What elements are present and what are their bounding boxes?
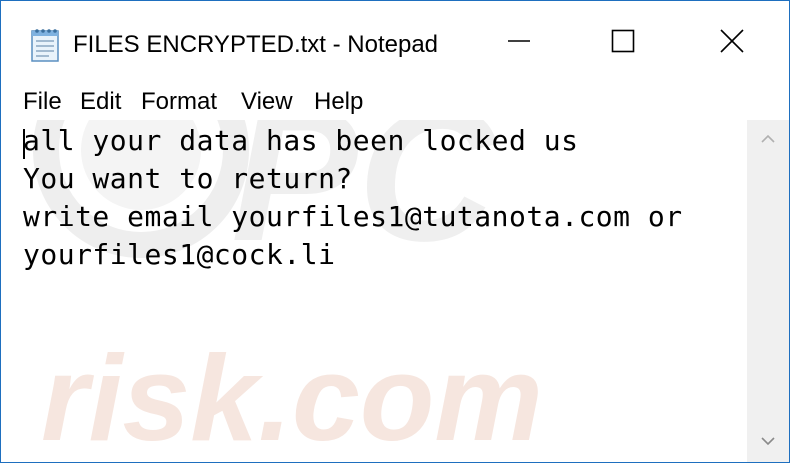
menu-file[interactable]: File [23,86,62,120]
document-line: all your data has been locked us [23,124,579,157]
menu-help[interactable]: Help [314,86,363,120]
menu-format[interactable]: Format [141,86,217,120]
vertical-scrollbar[interactable] [747,120,789,462]
close-button[interactable] [675,1,789,86]
minimize-button[interactable] [467,1,571,86]
menu-edit[interactable]: Edit [80,86,121,120]
scroll-up-arrow-icon [761,131,775,149]
maximize-icon [611,29,635,58]
scroll-down-button[interactable] [747,422,789,462]
document-line: write email yourfiles1@tutanota.com or [23,200,683,233]
title-bar[interactable]: FILES ENCRYPTED.txt - Notepad [1,1,789,86]
scroll-up-button[interactable] [747,120,789,160]
document-line: yourfiles1@cock.li [23,238,336,271]
watermark-text: risk.com [41,330,543,462]
maximize-button[interactable] [571,1,675,86]
document-line: You want to return? [23,162,353,195]
text-editor[interactable]: PC risk.com all your data has been locke… [1,120,747,462]
notepad-icon[interactable] [29,27,63,63]
notepad-window: FILES ENCRYPTED.txt - Notepad File Edit … [0,0,790,463]
menu-bar: File Edit Format View Help [1,86,789,120]
window-title: FILES ENCRYPTED.txt - Notepad [73,31,439,58]
scroll-down-arrow-icon [761,433,775,451]
menu-view[interactable]: View [241,86,293,120]
minimize-icon [507,29,531,58]
close-icon [719,28,745,59]
